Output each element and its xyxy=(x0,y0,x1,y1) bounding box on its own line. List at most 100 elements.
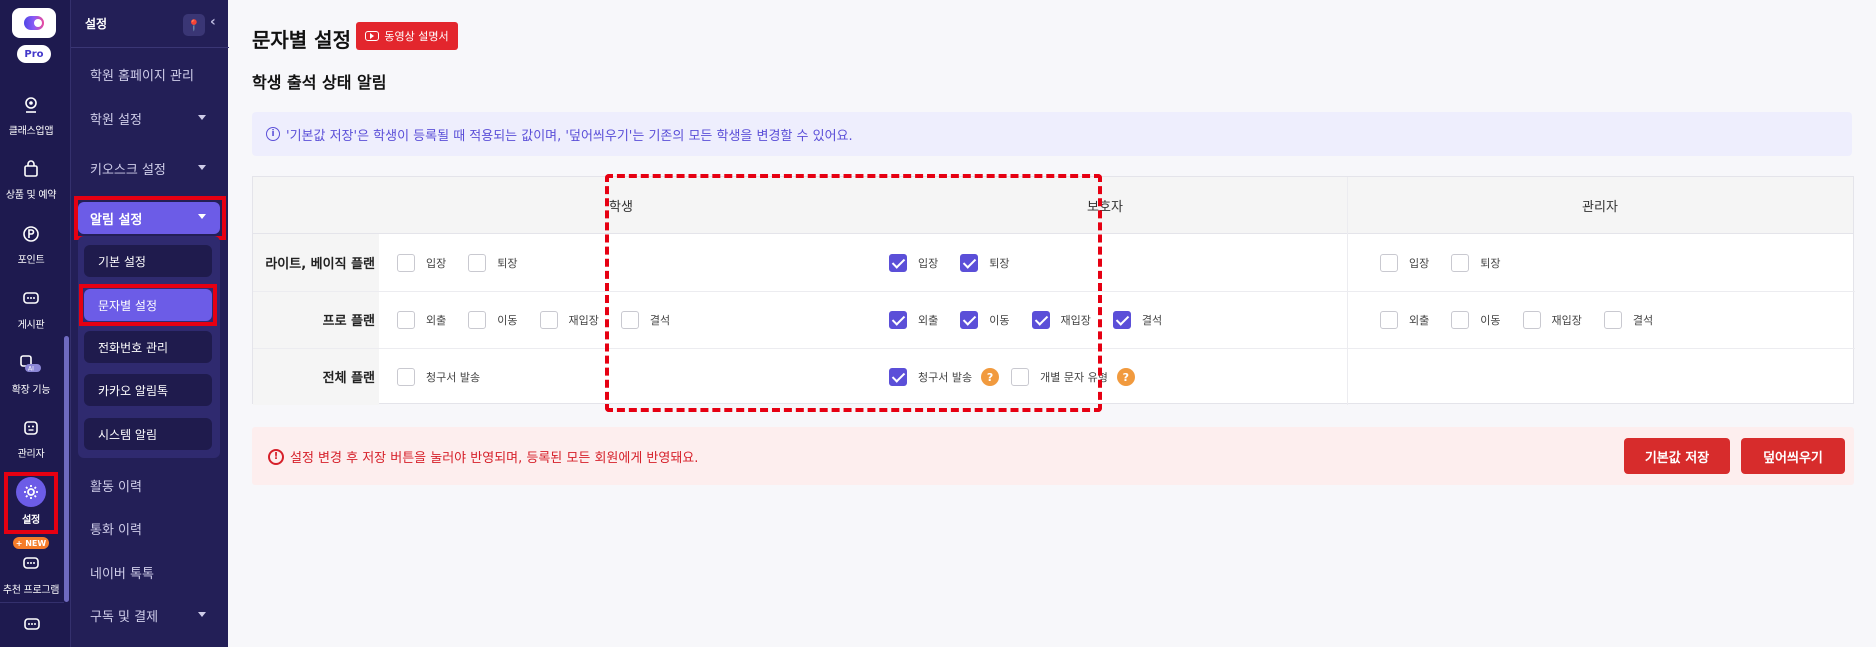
sidebar-item-homepage[interactable]: 학원 홈페이지 관리 xyxy=(78,59,220,89)
chat-icon xyxy=(18,286,44,312)
collapse-icon[interactable]: ‹ xyxy=(210,14,216,30)
save-default-button[interactable]: 기본값 저장 xyxy=(1624,438,1730,474)
submenu-item-label: 전화번호 관리 xyxy=(98,340,169,355)
submenu-item-system[interactable]: 시스템 알림 xyxy=(84,418,212,450)
checkbox-student-outing[interactable] xyxy=(397,311,415,329)
checkbox-label: 입장 xyxy=(426,257,447,270)
warning-text: 설정 변경 후 저장 버튼을 눌러야 반영되며, 등록된 모든 회원에게 반영돼… xyxy=(290,451,699,466)
camera-icon xyxy=(18,92,44,118)
sidebar-header: 설정 📍 ‹ xyxy=(71,0,229,48)
sidebar-item-naver-talk[interactable]: 네이버 톡톡 xyxy=(78,557,220,587)
sidebar-item-call-log[interactable]: 통화 이력 xyxy=(78,513,220,543)
checkbox-admin-reentry[interactable] xyxy=(1522,311,1541,329)
submenu-item-kakao[interactable]: 카카오 알림톡 xyxy=(84,374,212,406)
sidebar-item-label: 통화 이력 xyxy=(90,522,142,538)
chevron-down-icon xyxy=(198,612,206,617)
chevron-down-icon xyxy=(198,165,206,170)
submenu-item-phone-numbers[interactable]: 전화번호 관리 xyxy=(84,331,212,363)
checkbox-label: 퇴장 xyxy=(1480,257,1501,270)
sidebar-item-academy-settings[interactable]: 학원 설정 xyxy=(78,103,220,133)
submenu-item-basic[interactable]: 기본 설정 xyxy=(84,245,212,277)
help-icon[interactable]: ? xyxy=(1116,368,1135,386)
new-badge: + NEW xyxy=(13,537,49,549)
sidebar-item-label: 네이버 톡톡 xyxy=(90,566,154,582)
grid-corner xyxy=(253,177,379,234)
rail-item-label: 추천 프로그램 xyxy=(2,585,60,596)
sidebar-item-kiosk[interactable]: 키오스크 설정 xyxy=(78,153,220,183)
highlight-notification-settings xyxy=(74,196,226,240)
checkbox-label: 이동 xyxy=(1480,314,1501,327)
video-guide-label: 동영상 설명서 xyxy=(384,30,449,43)
warning-message: ! 설정 변경 후 저장 버튼을 눌러야 반영되며, 등록된 모든 회원에게 반… xyxy=(268,447,698,466)
checkbox-label: 입장 xyxy=(1409,257,1430,270)
sidebar-item-label: 활동 이력 xyxy=(90,479,142,495)
chat-support-button[interactable] xyxy=(0,602,64,647)
section-title: 학생 출석 상태 알림 xyxy=(252,73,387,92)
checkbox-student-entry[interactable] xyxy=(397,254,415,272)
rail-item-admin[interactable]: 관리자 xyxy=(0,415,62,475)
info-icon: i xyxy=(266,127,280,141)
checkbox-label: 이동 xyxy=(497,314,518,327)
sidebar-item-subscription[interactable]: 구독 및 결제 xyxy=(78,600,220,630)
checkbox-student-exit[interactable] xyxy=(468,254,487,272)
bag-icon xyxy=(18,156,44,182)
rail-item-label: 클래스업앱 xyxy=(8,126,54,137)
sidebar-item-label: 키오스크 설정 xyxy=(90,162,166,178)
app-logo[interactable] xyxy=(12,8,56,38)
point-icon xyxy=(18,221,44,247)
rail-item-extensions[interactable]: AI 확장 기능 xyxy=(0,351,62,411)
checkbox-label: 결석 xyxy=(1141,314,1163,327)
checkbox-group-admin-lite: 입장 퇴장 xyxy=(1380,254,1523,272)
checkbox-label: 재입장 xyxy=(1551,314,1582,327)
checkbox-admin-absent[interactable] xyxy=(1603,311,1622,329)
checkbox-label: 청구서 발송 xyxy=(426,371,481,384)
rail-item-classup-app[interactable]: 클래스업앱 xyxy=(0,92,62,152)
highlight-per-message xyxy=(79,284,217,326)
referral-icon xyxy=(18,551,44,577)
checkbox-label: 재입장 xyxy=(568,314,599,327)
pro-badge: Pro xyxy=(17,45,51,63)
pin-icon[interactable]: 📍 xyxy=(183,14,205,36)
row-label-all: 전체 플랜 xyxy=(253,348,379,405)
svg-text:AI: AI xyxy=(28,366,34,373)
main-content: 문자별 설정 동영상 설명서 학생 출석 상태 알림 i '기본값 저장'은 학… xyxy=(228,0,1876,647)
checkbox-admin-exit[interactable] xyxy=(1451,254,1470,272)
rail-item-label: 게시판 xyxy=(17,320,45,331)
warning-banner: ! 설정 변경 후 저장 버튼을 눌러야 반영되며, 등록된 모든 회원에게 반… xyxy=(252,427,1854,485)
logo-mark-icon xyxy=(24,16,44,30)
submenu-item-label: 카카오 알림톡 xyxy=(98,383,169,398)
checkbox-group-student-lite: 입장 퇴장 xyxy=(397,254,540,272)
checkbox-admin-move[interactable] xyxy=(1451,311,1470,329)
column-header-admin: 관리자 xyxy=(1347,177,1853,234)
video-guide-button[interactable]: 동영상 설명서 xyxy=(356,22,458,50)
chevron-down-icon xyxy=(198,115,206,120)
sidebar-title: 설정 xyxy=(85,17,108,31)
column-divider xyxy=(1347,177,1348,405)
checkbox-admin-entry[interactable] xyxy=(1380,254,1398,272)
checkbox-guardian-absent[interactable] xyxy=(1112,311,1131,329)
rail-item-label: 상품 및 예약 xyxy=(5,190,57,201)
overwrite-button[interactable]: 덮어씌우기 xyxy=(1741,438,1845,474)
highlight-student-column xyxy=(605,174,1102,412)
checkbox-label: 외출 xyxy=(1409,314,1430,327)
sidebar-item-label: 학원 홈페이지 관리 xyxy=(90,68,194,84)
checkbox-student-invoice[interactable] xyxy=(397,368,415,386)
checkbox-group-student-all: 청구서 발송 xyxy=(397,368,502,386)
sidebar-item-activity-log[interactable]: 활동 이력 xyxy=(78,470,220,500)
sidebar-item-label: 학원 설정 xyxy=(90,112,142,128)
checkbox-group-admin-pro: 외출 이동 재입장 결석 xyxy=(1380,311,1675,329)
sidebar-item-label: 구독 및 결제 xyxy=(90,609,159,625)
support-chat-icon xyxy=(24,618,40,630)
highlight-settings-rail xyxy=(4,472,58,534)
rail-item-products[interactable]: 상품 및 예약 xyxy=(0,156,62,216)
checkbox-student-reentry[interactable] xyxy=(539,311,558,329)
alert-icon: ! xyxy=(268,448,284,465)
checkbox-student-move[interactable] xyxy=(468,311,487,329)
checkbox-admin-outing[interactable] xyxy=(1380,311,1398,329)
play-icon xyxy=(365,31,380,41)
ai-extension-icon: AI xyxy=(18,351,44,377)
rail-item-points[interactable]: 포인트 xyxy=(0,221,62,281)
rail-item-board[interactable]: 게시판 xyxy=(0,286,62,346)
rail-scrollbar[interactable] xyxy=(64,336,69,602)
icon-rail: Pro 클래스업앱 상품 및 예약 포인트 게시판 AI 확장 기능 관리자 설… xyxy=(0,0,70,647)
